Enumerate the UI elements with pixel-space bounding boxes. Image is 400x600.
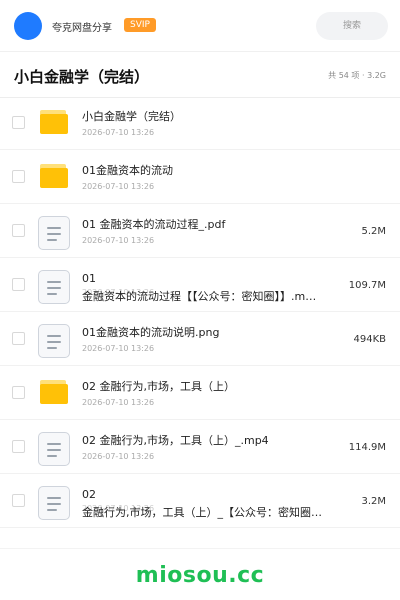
file-name-line-2: 金融行为,市场，工具（上）_【公众号：密知圈… — [82, 506, 322, 519]
document-icon — [38, 270, 70, 304]
svip-badge: SVIP — [124, 18, 156, 32]
file-name: 01金融资本的流动 — [82, 164, 173, 177]
list-item[interactable]: 01金融资本的流动说明.png 2026-07-10 13:26 494KB — [0, 312, 400, 366]
list-item[interactable]: 01金融资本的流动 2026-07-10 13:26 — [0, 150, 400, 204]
share-owner-name: 夸克网盘分享 — [52, 23, 112, 34]
file-size: 3.2M — [361, 496, 386, 507]
file-name: 02 金融行为,市场，工具（上）_.mp4 — [82, 434, 269, 447]
list-item[interactable]: 02 金融行为,市场，工具（上） 2026-07-10 13:26 — [0, 366, 400, 420]
file-date: 2026-07-10 13:26 — [82, 182, 155, 191]
file-list: 小白金融学（完结） 2026-07-10 13:26 01金融资本的流动 202… — [0, 96, 400, 528]
document-icon — [38, 216, 70, 250]
file-name: 01 金融资本的流动过程【【公众号：密知圈】】.m… — [82, 270, 332, 306]
file-name: 01金融资本的流动说明.png — [82, 326, 220, 339]
file-date: 2026-07-10 13:26 — [82, 128, 155, 137]
file-size: 114.9M — [348, 442, 386, 453]
select-checkbox[interactable] — [12, 386, 25, 399]
search-input[interactable]: 搜索 — [316, 12, 388, 40]
select-checkbox[interactable] — [12, 170, 25, 183]
file-name: 02 金融行为,市场，工具（上）_【公众号：密知圈… — [82, 486, 332, 522]
file-name: 小白金融学（完结） — [82, 110, 181, 123]
folder-stats: 共 54 项 · 3.2G — [328, 71, 386, 80]
file-name: 02 金融行为,市场，工具（上） — [82, 380, 235, 393]
file-name-line-1: 02 — [82, 488, 96, 501]
page-title: 小白金融学（完结） — [14, 68, 150, 86]
file-date: 2026-07-10 13:26 — [82, 344, 155, 353]
footer: miosou.cc — [0, 548, 400, 600]
folder-icon — [38, 108, 70, 140]
file-size: 5.2M — [361, 226, 386, 237]
file-size: 109.7M — [348, 280, 386, 291]
file-date: 2026-07-10 13:26 — [82, 452, 155, 461]
document-icon — [38, 486, 70, 520]
top-bar: 夸克网盘分享 SVIP 搜索 — [0, 0, 400, 52]
select-checkbox[interactable] — [12, 440, 25, 453]
list-item[interactable]: 小白金融学（完结） 2026-07-10 13:26 — [0, 96, 400, 150]
file-name-line-2: 金融资本的流动过程【【公众号：密知圈】】.m… — [82, 290, 317, 303]
folder-header: 小白金融学（完结） 共 54 项 · 3.2G — [0, 52, 400, 98]
folder-icon — [38, 378, 70, 410]
list-item[interactable]: 01 金融资本的流动过程_.pdf 2026-07-10 13:26 5.2M — [0, 204, 400, 258]
file-date: 2026-07-10 13:26 — [82, 398, 155, 407]
select-checkbox[interactable] — [12, 332, 25, 345]
avatar[interactable] — [14, 12, 42, 40]
file-size: 494KB — [353, 334, 386, 345]
folder-icon — [38, 162, 70, 194]
image-file-icon — [38, 324, 70, 358]
watermark-text: miosou.cc — [135, 563, 265, 588]
list-item[interactable]: 2026-07-10 13:26 01 金融资本的流动过程【【公众号：密知圈】】… — [0, 258, 400, 312]
select-checkbox[interactable] — [12, 116, 25, 129]
file-name-line-1: 01 — [82, 272, 96, 285]
file-date: 2026-07-10 13:26 — [82, 236, 155, 245]
select-checkbox[interactable] — [12, 224, 25, 237]
list-item[interactable]: 2026-07-10 13:26 02 金融行为,市场，工具（上）_【公众号：密… — [0, 474, 400, 528]
select-checkbox[interactable] — [12, 278, 25, 291]
video-file-icon — [38, 432, 70, 466]
list-item[interactable]: 02 金融行为,市场，工具（上）_.mp4 2026-07-10 13:26 1… — [0, 420, 400, 474]
select-checkbox[interactable] — [12, 494, 25, 507]
file-name: 01 金融资本的流动过程_.pdf — [82, 218, 226, 231]
